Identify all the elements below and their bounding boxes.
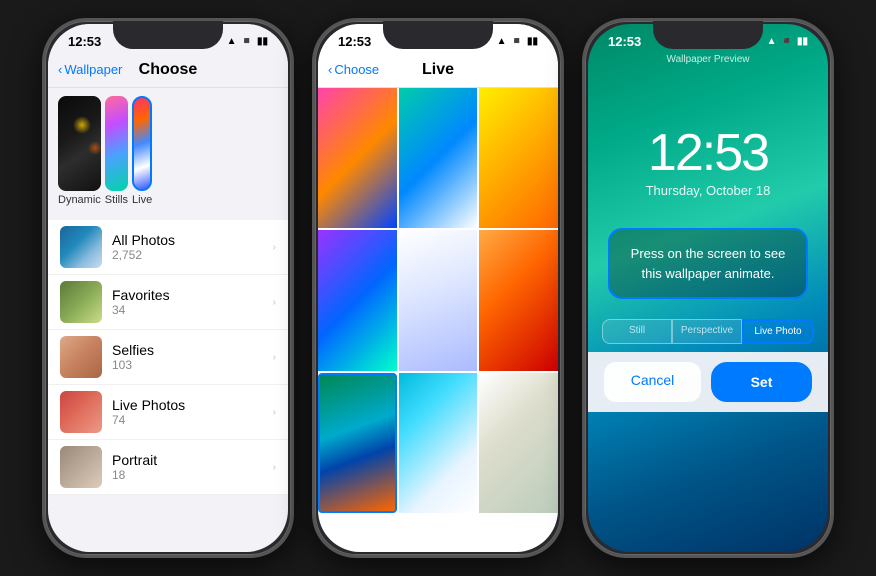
set-button[interactable]: Set <box>711 362 812 402</box>
status-bar-2: 12:53 ▲ ◾ ▮▮ <box>318 24 558 52</box>
live-cell-7-selected[interactable] <box>318 373 397 513</box>
selfies-name: Selfies <box>112 342 263 358</box>
live-photos-count: 74 <box>112 413 263 427</box>
dynamic-thumb[interactable] <box>58 96 101 191</box>
portrait-name: Portrait <box>112 452 263 468</box>
dynamic-label: Dynamic <box>58 194 101 206</box>
animate-box: Press on the screen to seethis wallpaper… <box>608 228 808 299</box>
wallpaper-type-grid: Dynamic Stills Live <box>48 88 288 220</box>
list-item-live-photos[interactable]: Live Photos 74 › <box>48 385 288 440</box>
status-icons-1: ▲ ◾ ▮▮ <box>227 36 268 47</box>
selfies-arrow: › <box>273 352 276 363</box>
selfies-count: 103 <box>112 358 263 372</box>
wifi-icon: ◾ <box>241 36 253 47</box>
live-cell-4[interactable] <box>318 230 397 370</box>
live-cell-1[interactable] <box>318 88 397 228</box>
live-cell-3[interactable] <box>479 88 558 228</box>
stills-label: Stills <box>105 194 128 206</box>
wallpaper-type-stills[interactable]: Stills <box>105 96 128 212</box>
live-photo-mode-button[interactable]: Live Photo <box>742 319 814 344</box>
portrait-count: 18 <box>112 468 263 482</box>
back-button-2[interactable]: ‹ Choose <box>328 62 379 77</box>
status-icons-2: ▲ ◾ ▮▮ <box>497 36 538 47</box>
mode-bar: Still Perspective Live Photo <box>602 319 814 344</box>
nav-bar-1: ‹ Wallpaper Choose <box>48 52 288 88</box>
portrait-thumb <box>60 446 102 488</box>
all-photos-count: 2,752 <box>112 248 263 262</box>
favorites-arrow: › <box>273 297 276 308</box>
status-bar-3: 12:53 ▲ ◾ ▮▮ <box>588 24 828 52</box>
list-item-favorites[interactable]: Favorites 34 › <box>48 275 288 330</box>
signal-icon: ▲ <box>227 36 237 47</box>
preview-label: Wallpaper Preview <box>588 52 828 67</box>
action-bar: Cancel Set <box>588 352 828 412</box>
status-time-2: 12:53 <box>338 34 371 49</box>
all-photos-name: All Photos <box>112 232 263 248</box>
battery-icon-3: ▮▮ <box>797 36 808 47</box>
wallpaper-type-live[interactable]: Live <box>132 96 152 212</box>
all-photos-arrow: › <box>273 242 276 253</box>
photo-albums-list: All Photos 2,752 › Favorites 34 › Selfie… <box>48 220 288 495</box>
selfies-thumb <box>60 336 102 378</box>
live-photos-thumb <box>60 391 102 433</box>
live-photos-name: Live Photos <box>112 397 263 413</box>
nav-bar-2: ‹ Choose Live <box>318 52 558 88</box>
wifi-icon-3: ◾ <box>781 36 793 47</box>
favorites-thumb <box>60 281 102 323</box>
favorites-info: Favorites 34 <box>112 287 263 317</box>
list-item-all-photos[interactable]: All Photos 2,752 › <box>48 220 288 275</box>
nav-title-1: Choose <box>139 61 198 79</box>
nav-title-2: Live <box>422 61 454 79</box>
live-cell-6[interactable] <box>479 230 558 370</box>
battery-icon-2: ▮▮ <box>527 36 538 47</box>
portrait-arrow: › <box>273 462 276 473</box>
wallpaper-time: 12:53 <box>588 127 828 179</box>
selfies-info: Selfies 103 <box>112 342 263 372</box>
phone-2: 12:53 ▲ ◾ ▮▮ ‹ Choose Live <box>312 18 564 558</box>
phone-3: 12:53 ▲ ◾ ▮▮ Wallpaper Preview 12:53 Thu… <box>582 18 834 558</box>
back-label-1: Wallpaper <box>64 62 122 77</box>
wallpaper-type-dynamic[interactable]: Dynamic <box>58 96 101 212</box>
signal-icon-3: ▲ <box>767 36 777 47</box>
live-wallpaper-grid <box>318 88 558 513</box>
live-thumb[interactable] <box>132 96 152 191</box>
live-cell-5[interactable] <box>399 230 478 370</box>
phone-1: 12:53 ▲ ◾ ▮▮ ‹ Wallpaper Choose Dynamic … <box>42 18 294 558</box>
phone1-screen: 12:53 ▲ ◾ ▮▮ ‹ Wallpaper Choose Dynamic … <box>48 24 288 552</box>
chevron-left-icon-2: ‹ <box>328 62 332 77</box>
live-cell-2[interactable] <box>399 88 478 228</box>
favorites-name: Favorites <box>112 287 263 303</box>
back-button-1[interactable]: ‹ Wallpaper <box>58 62 122 77</box>
wifi-icon-2: ◾ <box>511 36 523 47</box>
status-time-1: 12:53 <box>68 34 101 49</box>
all-photos-info: All Photos 2,752 <box>112 232 263 262</box>
wallpaper-date: Thursday, October 18 <box>588 183 828 198</box>
status-icons-3: ▲ ◾ ▮▮ <box>767 36 808 47</box>
stills-thumb[interactable] <box>105 96 128 191</box>
favorites-count: 34 <box>112 303 263 317</box>
portrait-info: Portrait 18 <box>112 452 263 482</box>
phone3-screen: 12:53 ▲ ◾ ▮▮ Wallpaper Preview 12:53 Thu… <box>588 24 828 552</box>
live-cell-8[interactable] <box>399 373 478 513</box>
animate-text: Press on the screen to seethis wallpaper… <box>626 244 790 283</box>
list-item-selfies[interactable]: Selfies 103 › <box>48 330 288 385</box>
list-item-portrait[interactable]: Portrait 18 › <box>48 440 288 495</box>
live-photos-arrow: › <box>273 407 276 418</box>
back-label-2: Choose <box>334 62 379 77</box>
live-cell-9[interactable] <box>479 373 558 513</box>
live-label: Live <box>132 194 152 206</box>
status-time-3: 12:53 <box>608 34 641 49</box>
perspective-mode-button[interactable]: Perspective <box>672 319 742 344</box>
chevron-left-icon: ‹ <box>58 62 62 77</box>
still-mode-button[interactable]: Still <box>602 319 672 344</box>
phone2-screen: 12:53 ▲ ◾ ▮▮ ‹ Choose Live <box>318 24 558 552</box>
cancel-button[interactable]: Cancel <box>604 362 701 402</box>
live-photos-info: Live Photos 74 <box>112 397 263 427</box>
signal-icon-2: ▲ <box>497 36 507 47</box>
battery-icon: ▮▮ <box>257 36 268 47</box>
all-photos-thumb <box>60 226 102 268</box>
status-bar-1: 12:53 ▲ ◾ ▮▮ <box>48 24 288 52</box>
